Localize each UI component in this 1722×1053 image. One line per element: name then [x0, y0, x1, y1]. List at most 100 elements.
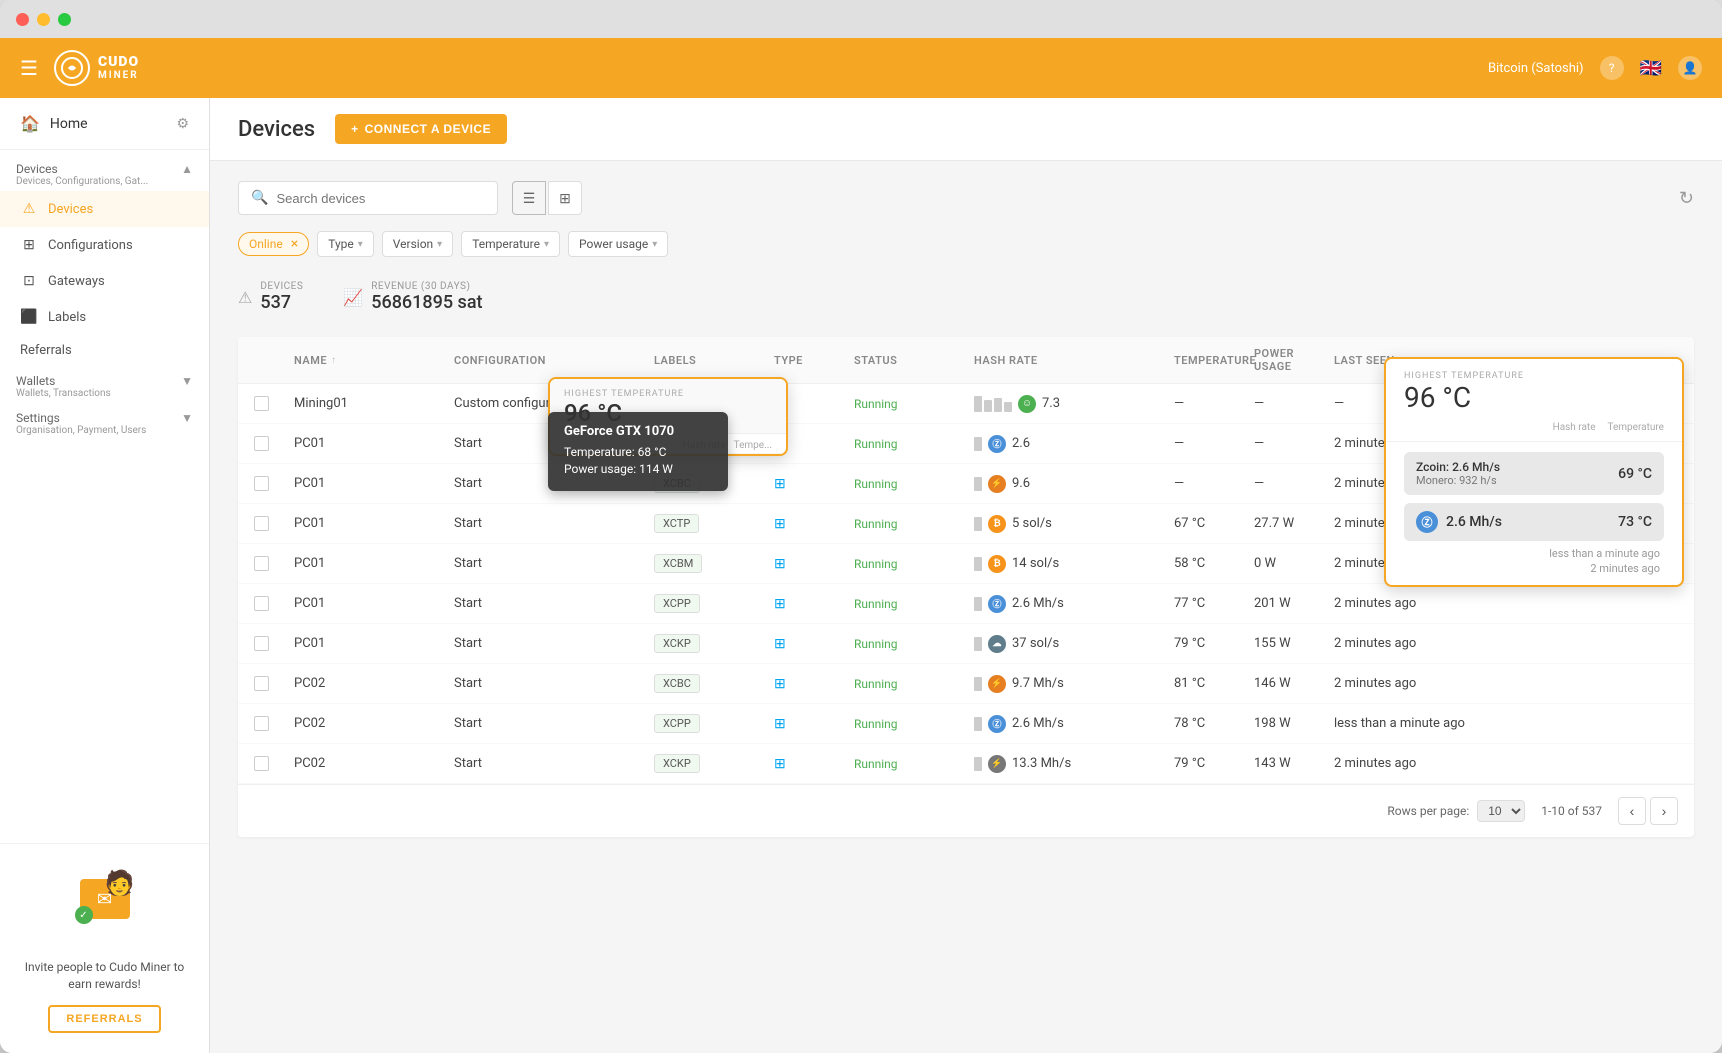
cell-power: 0 W [1254, 556, 1334, 571]
cell-temp: — [1174, 436, 1254, 451]
help-icon[interactable]: ? [1600, 56, 1624, 80]
version-filter-arrow: ▾ [437, 239, 442, 250]
cell-power: — [1254, 396, 1334, 411]
cell-hashrate: ⚡ 9.7 Mh/s [974, 675, 1174, 693]
close-button[interactable] [16, 13, 29, 26]
sidebar-item-devices[interactable]: ⚠ Devices [0, 191, 209, 227]
th-type[interactable]: Type [774, 354, 854, 367]
next-page-button[interactable]: › [1650, 797, 1678, 825]
settings-section-header: Settings ▼ [16, 411, 193, 425]
version-filter[interactable]: Version ▾ [382, 231, 453, 257]
row-checkbox[interactable] [254, 516, 269, 531]
wallets-section: Wallets ▼ Wallets, Transactions [0, 366, 209, 403]
refresh-button[interactable]: ↻ [1679, 188, 1694, 209]
currency-display: Bitcoin (Satoshi) [1488, 61, 1584, 76]
minimize-button[interactable] [37, 13, 50, 26]
content-body: 🔍 ☰ ⊞ ↻ Online × [210, 161, 1722, 1053]
row-checkbox[interactable] [254, 436, 269, 451]
power-filter[interactable]: Power usage ▾ [568, 231, 668, 257]
row-checkbox[interactable] [254, 636, 269, 651]
cell-type: ⊞ [774, 716, 854, 732]
row-checkbox[interactable] [254, 756, 269, 771]
pagination-nav: ‹ › [1618, 797, 1678, 825]
search-input[interactable] [276, 191, 485, 206]
th-power[interactable]: Power usage [1254, 347, 1334, 373]
row-checkbox[interactable] [254, 476, 269, 491]
cell-type: ⊞ [774, 476, 854, 492]
cell-hashrate: ⚡ 9.6 [974, 475, 1174, 493]
sidebar-item-referrals[interactable]: Referrals [0, 335, 209, 366]
row-checkbox[interactable] [254, 596, 269, 611]
cell-name: PC01 [294, 596, 454, 611]
table-row[interactable]: PC02 Start XCBC ⊞ Running ⚡ 9.7 Mh/s [238, 664, 1694, 704]
cell-status: Running [854, 757, 974, 771]
cell-name: PC01 [294, 516, 454, 531]
table-row[interactable]: PC02 Start XCKP ⊞ Running ⚡ 13.3 Mh/s [238, 744, 1694, 784]
list-view-button[interactable]: ☰ [512, 181, 546, 215]
th-name[interactable]: Name ↑ [294, 354, 454, 367]
th-temperature[interactable]: Temperature [1174, 354, 1254, 367]
referral-button[interactable]: REFERRALS [48, 1005, 160, 1033]
hamburger-menu[interactable]: ☰ [20, 56, 38, 80]
th-configuration[interactable]: Configuration [454, 354, 654, 367]
right-card-lastseen-1: less than a minute ago [1404, 547, 1664, 560]
wallets-collapse-icon[interactable]: ▼ [181, 374, 193, 388]
sidebar-item-labels[interactable]: ⬛ Labels [0, 299, 209, 335]
gpu-bars [974, 517, 982, 531]
row-checkbox[interactable] [254, 556, 269, 571]
table-row[interactable]: PC01 Start XCKP ⊞ Running ☁ 37 sol/s [238, 624, 1694, 664]
settings-collapse-icon[interactable]: ▼ [181, 411, 193, 425]
row-checkbox[interactable] [254, 396, 269, 411]
table-row[interactable]: PC02 Start XCPP ⊞ Running Ⓩ 2.6 Mh/s [238, 704, 1694, 744]
cell-hashrate: Ⓩ 2.6 Mh/s [974, 595, 1174, 613]
online-filter-tag[interactable]: Online × [238, 232, 309, 256]
connect-device-button[interactable]: + CONNECT A DEVICE [335, 114, 507, 144]
temperature-filter-arrow: ▾ [544, 239, 549, 250]
pagination-info: 1-10 of 537 [1541, 804, 1602, 818]
temperature-filter[interactable]: Temperature ▾ [461, 231, 560, 257]
row-checkbox[interactable] [254, 716, 269, 731]
cell-label: XCKP [654, 634, 774, 653]
cell-temp: 58 °C [1174, 556, 1254, 571]
collapse-icon[interactable]: ▲ [181, 162, 193, 176]
cell-name: Mining01 [294, 396, 454, 411]
cell-status: Running [854, 477, 974, 491]
th-status[interactable]: Status [854, 354, 974, 367]
cell-name: PC01 [294, 636, 454, 651]
type-filter[interactable]: Type ▾ [317, 231, 374, 257]
cell-config: Start [454, 516, 654, 531]
th-hashrate[interactable]: Hash rate [974, 354, 1174, 367]
right-device-card: HIGHEST TEMPERATURE 96 °C Hash rate Temp… [1384, 357, 1684, 587]
devices-section: Devices ▲ Devices, Configurations, Gat..… [0, 150, 209, 191]
user-icon[interactable]: 👤 [1678, 56, 1702, 80]
th-labels[interactable]: Labels [654, 354, 774, 367]
sidebar-item-gateways[interactable]: ⊡ Gateways [0, 263, 209, 299]
card-highest-temp-label: HIGHEST TEMPERATURE [564, 389, 772, 399]
plus-icon: + [351, 122, 359, 136]
gpu-bars [974, 396, 1012, 412]
maximize-button[interactable] [58, 13, 71, 26]
row-checkbox[interactable] [254, 676, 269, 691]
online-filter-remove[interactable]: × [291, 237, 298, 251]
cell-lastseen: 2 minutes ago [1334, 596, 1494, 611]
cell-lastseen: 2 minutes ago [1334, 756, 1494, 771]
sidebar-home-item[interactable]: 🏠 Home ⚙ [0, 98, 209, 150]
promo-envelope: ✉ 🧑 ✓ [80, 879, 130, 919]
language-flag[interactable]: 🇬🇧 [1640, 58, 1662, 79]
cell-lastseen: less than a minute ago [1334, 716, 1494, 731]
cell-hashrate: ₿ 14 sol/s [974, 555, 1174, 573]
rows-select[interactable]: 10 25 50 [1477, 800, 1525, 822]
sidebar-item-configurations[interactable]: ⊞ Configurations [0, 227, 209, 263]
right-card-body: Zcoin: 2.6 Mh/s Monero: 932 h/s 69 °C Ⓩ [1386, 442, 1682, 585]
settings-icon[interactable]: ⚙ [176, 116, 189, 132]
cell-lastseen: 2 minutes ago [1334, 636, 1494, 651]
table-row[interactable]: PC01 Start XCPP ⊞ Running Ⓩ 2.6 Mh/s [238, 584, 1694, 624]
hashrate-icon: ₿ [988, 555, 1006, 573]
prev-page-button[interactable]: ‹ [1618, 797, 1646, 825]
grid-view-button[interactable]: ⊞ [548, 181, 582, 215]
cell-config: Start [454, 636, 654, 651]
hashrate-icon: ☁ [988, 635, 1006, 653]
main-content: Devices + CONNECT A DEVICE 🔍 [210, 98, 1722, 1053]
cell-hashrate: ⚡ 13.3 Mh/s [974, 755, 1174, 773]
cell-label: XCTP [654, 514, 774, 533]
